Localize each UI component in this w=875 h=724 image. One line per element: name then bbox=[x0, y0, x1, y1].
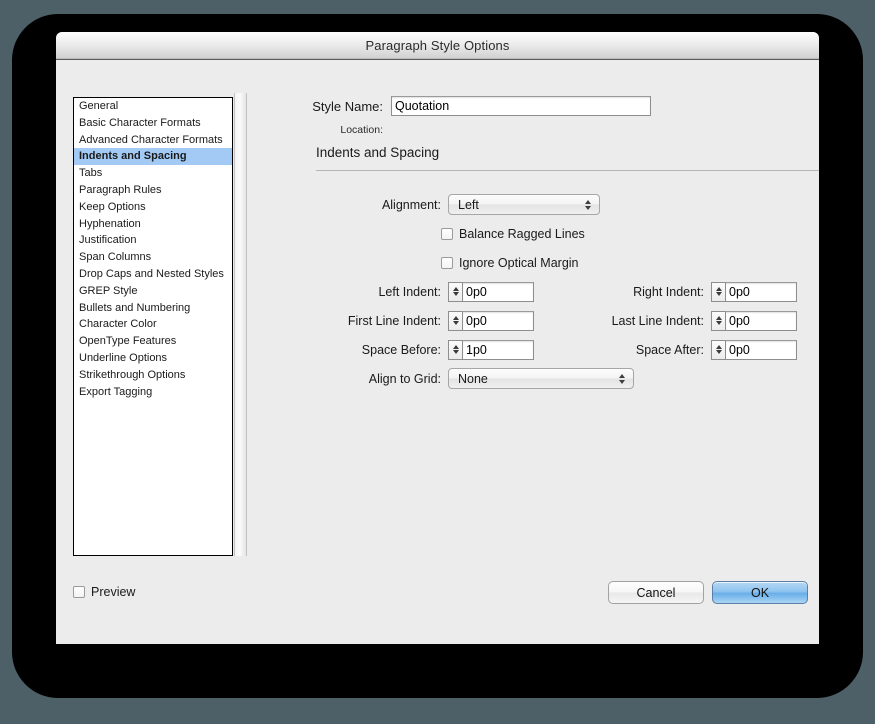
sidebar-item-tabs[interactable]: Tabs bbox=[74, 165, 232, 182]
sidebar-item-strikethrough-options[interactable]: Strikethrough Options bbox=[74, 367, 232, 384]
stepper-down-icon bbox=[715, 292, 722, 296]
last-line-indent-stepper[interactable] bbox=[711, 310, 725, 331]
right-indent-stepper[interactable] bbox=[711, 281, 725, 302]
space-before-stepper-field[interactable] bbox=[448, 339, 534, 360]
style-name-row: Style Name: bbox=[261, 96, 801, 116]
left-indent-label: Left Indent: bbox=[378, 284, 441, 299]
indent-row-2: First Line Indent: Last Line Indent: bbox=[256, 310, 819, 331]
sidebar-item-export-tagging[interactable]: Export Tagging bbox=[74, 384, 232, 401]
ignore-optical-margin-label: Ignore Optical Margin bbox=[459, 255, 579, 270]
space-after-label: Space After: bbox=[635, 342, 704, 357]
sidebar-item-character-color[interactable]: Character Color bbox=[74, 316, 232, 333]
alignment-value: Left bbox=[458, 197, 479, 212]
last-line-indent-stepper-field[interactable] bbox=[711, 310, 797, 331]
stepper-up-icon bbox=[715, 345, 722, 349]
indents-and-spacing-form: Alignment: Left Balance Ragged Lines Ign… bbox=[256, 194, 819, 397]
settings-pane: Style Name: Location: Indents and Spacin… bbox=[256, 60, 819, 643]
chevron-updown-icon bbox=[585, 199, 591, 210]
stepper-down-icon bbox=[715, 321, 722, 325]
category-list[interactable]: General Basic Character Formats Advanced… bbox=[73, 97, 233, 556]
stepper-down-icon bbox=[452, 321, 459, 325]
stepper-up-icon bbox=[715, 316, 722, 320]
chevron-updown-icon bbox=[619, 373, 625, 384]
sidebar-item-general[interactable]: General bbox=[74, 98, 232, 115]
space-after-stepper[interactable] bbox=[711, 339, 725, 360]
alignment-row: Alignment: Left bbox=[256, 194, 819, 215]
right-indent-stepper-field[interactable] bbox=[711, 281, 797, 302]
stepper-up-icon bbox=[452, 316, 459, 320]
first-line-indent-label: First Line Indent: bbox=[347, 313, 441, 328]
section-heading: Indents and Spacing bbox=[316, 145, 440, 160]
space-after-stepper-field[interactable] bbox=[711, 339, 797, 360]
space-before-input[interactable] bbox=[462, 339, 534, 360]
sidebar-item-underline-options[interactable]: Underline Options bbox=[74, 350, 232, 367]
dialog-body: General Basic Character Formats Advanced… bbox=[56, 60, 819, 643]
right-indent-label: Right Indent: bbox=[633, 284, 704, 299]
balance-ragged-lines-row[interactable]: Balance Ragged Lines bbox=[256, 223, 819, 244]
space-before-label: Space Before: bbox=[361, 342, 441, 357]
section-divider bbox=[316, 170, 819, 171]
preview-row[interactable]: Preview bbox=[73, 585, 135, 599]
stepper-up-icon bbox=[715, 287, 722, 291]
paragraph-style-options-dialog: Paragraph Style Options General Basic Ch… bbox=[56, 32, 819, 644]
window-title: Paragraph Style Options bbox=[365, 38, 510, 53]
sidebar-item-indents-and-spacing[interactable]: Indents and Spacing bbox=[74, 148, 232, 166]
first-line-indent-input[interactable] bbox=[462, 310, 534, 331]
space-before-stepper[interactable] bbox=[448, 339, 462, 360]
sidebar-item-span-columns[interactable]: Span Columns bbox=[74, 249, 232, 266]
align-to-grid-row: Align to Grid: None bbox=[256, 368, 819, 389]
left-indent-stepper[interactable] bbox=[448, 281, 462, 302]
stepper-down-icon bbox=[452, 350, 459, 354]
indent-row-1: Left Indent: Right Indent: bbox=[256, 281, 819, 302]
ok-button[interactable]: OK bbox=[712, 581, 808, 604]
location-label: Location: bbox=[340, 124, 383, 136]
style-name-label: Style Name: bbox=[312, 98, 383, 114]
align-to-grid-value: None bbox=[458, 371, 488, 386]
alignment-select[interactable]: Left bbox=[448, 194, 600, 215]
first-line-indent-stepper[interactable] bbox=[448, 310, 462, 331]
cancel-button[interactable]: Cancel bbox=[608, 581, 704, 604]
stepper-up-icon bbox=[452, 287, 459, 291]
stepper-down-icon bbox=[452, 292, 459, 296]
last-line-indent-label: Last Line Indent: bbox=[611, 313, 704, 328]
first-line-indent-stepper-field[interactable] bbox=[448, 310, 534, 331]
preview-label: Preview bbox=[91, 585, 136, 599]
sidebar-item-hyphenation[interactable]: Hyphenation bbox=[74, 216, 232, 233]
spacing-row: Space Before: Space After: bbox=[256, 339, 819, 360]
sidebar-item-drop-caps-and-nested-styles[interactable]: Drop Caps and Nested Styles bbox=[74, 266, 232, 283]
sidebar-item-bullets-and-numbering[interactable]: Bullets and Numbering bbox=[74, 300, 232, 317]
sidebar-item-justification[interactable]: Justification bbox=[74, 232, 232, 249]
location-row: Location: bbox=[261, 124, 801, 136]
alignment-label: Alignment: bbox=[381, 197, 441, 212]
align-to-grid-select[interactable]: None bbox=[448, 368, 634, 389]
ignore-optical-margin-row[interactable]: Ignore Optical Margin bbox=[256, 252, 819, 273]
stepper-down-icon bbox=[715, 350, 722, 354]
window-titlebar[interactable]: Paragraph Style Options bbox=[56, 32, 819, 60]
space-after-input[interactable] bbox=[725, 339, 797, 360]
preview-checkbox[interactable] bbox=[73, 586, 85, 598]
ignore-optical-margin-checkbox[interactable] bbox=[441, 256, 453, 269]
category-list-scrollbar[interactable] bbox=[234, 93, 247, 556]
sidebar-item-advanced-character-formats[interactable]: Advanced Character Formats bbox=[74, 132, 232, 149]
style-name-input[interactable] bbox=[391, 96, 651, 116]
last-line-indent-input[interactable] bbox=[725, 310, 797, 331]
stepper-up-icon bbox=[452, 345, 459, 349]
right-indent-input[interactable] bbox=[725, 281, 797, 302]
balance-ragged-lines-label: Balance Ragged Lines bbox=[459, 226, 585, 241]
dialog-footer: Preview Cancel OK bbox=[56, 571, 819, 643]
left-indent-stepper-field[interactable] bbox=[448, 281, 534, 302]
align-to-grid-label: Align to Grid: bbox=[368, 371, 441, 386]
balance-ragged-lines-checkbox[interactable] bbox=[441, 227, 453, 240]
sidebar-item-grep-style[interactable]: GREP Style bbox=[74, 283, 232, 300]
left-indent-input[interactable] bbox=[462, 281, 534, 302]
sidebar-item-paragraph-rules[interactable]: Paragraph Rules bbox=[74, 182, 232, 199]
sidebar-item-keep-options[interactable]: Keep Options bbox=[74, 199, 232, 216]
sidebar-item-opentype-features[interactable]: OpenType Features bbox=[74, 333, 232, 350]
sidebar-item-basic-character-formats[interactable]: Basic Character Formats bbox=[74, 115, 232, 132]
